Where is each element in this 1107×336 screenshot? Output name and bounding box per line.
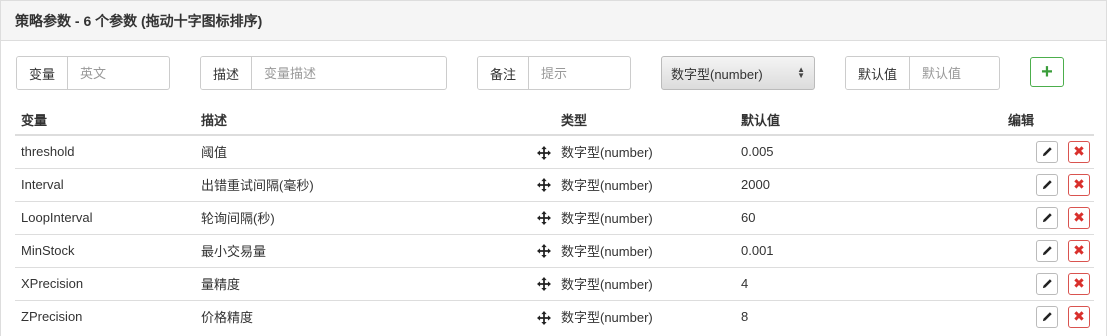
param-variable: Interval	[15, 167, 195, 201]
param-type: 数字型(number)	[555, 134, 735, 168]
drag-handle[interactable]	[525, 233, 555, 267]
select-arrows-icon: ▲ ▼	[797, 65, 805, 80]
note-label: 备注	[478, 57, 530, 89]
note-input[interactable]	[529, 57, 630, 89]
pencil-icon	[1042, 213, 1052, 223]
move-icon	[537, 310, 551, 325]
table-row: MinStock 最小交易量 数字型(number) 0.001 ✖	[15, 233, 1094, 267]
header-description: 描述	[195, 104, 525, 136]
move-icon	[537, 178, 551, 193]
pencil-icon	[1042, 147, 1052, 157]
description-input[interactable]	[252, 57, 446, 89]
param-variable: threshold	[15, 134, 195, 168]
table-row: LoopInterval 轮询间隔(秒) 数字型(number) 60 ✖	[15, 200, 1094, 234]
variable-label: 变量	[17, 57, 69, 89]
description-label: 描述	[201, 57, 253, 89]
delete-button[interactable]: ✖	[1068, 305, 1090, 328]
header-type: 类型	[555, 104, 735, 136]
close-icon: ✖	[1073, 308, 1085, 325]
edit-button[interactable]	[1036, 305, 1059, 328]
delete-button[interactable]: ✖	[1068, 239, 1090, 262]
default-input[interactable]	[910, 57, 999, 89]
param-type: 数字型(number)	[555, 200, 735, 234]
edit-button[interactable]	[1036, 140, 1059, 163]
table-header-row: 变量 描述 类型 默认值 编辑	[15, 104, 1094, 136]
table-row: threshold 阈值 数字型(number) 0.005 ✖	[15, 134, 1094, 168]
param-description: 阈值	[195, 134, 525, 168]
table-row: Interval 出错重试间隔(毫秒) 数字型(number) 2000 ✖	[15, 167, 1094, 201]
close-icon: ✖	[1073, 242, 1085, 258]
row-actions: ✖	[1002, 299, 1094, 333]
delete-button[interactable]: ✖	[1068, 206, 1090, 229]
row-actions: ✖	[1002, 167, 1094, 201]
drag-handle[interactable]	[525, 167, 555, 201]
drag-handle[interactable]	[525, 299, 555, 333]
close-icon: ✖	[1073, 143, 1085, 160]
row-actions: ✖	[1002, 200, 1094, 234]
delete-button[interactable]: ✖	[1068, 140, 1090, 163]
panel-title: 策略参数 - 6 个参数 (拖动十字图标排序)	[1, 1, 1106, 41]
header-variable: 变量	[15, 104, 195, 136]
edit-button[interactable]	[1036, 272, 1059, 295]
delete-button[interactable]: ✖	[1068, 272, 1090, 295]
param-description: 价格精度	[195, 299, 525, 333]
params-table: 变量 描述 类型 默认值 编辑 threshold 阈值 数字型(number)…	[15, 104, 1094, 333]
drag-handle[interactable]	[525, 266, 555, 300]
edit-button[interactable]	[1036, 206, 1059, 229]
close-icon: ✖	[1073, 176, 1085, 192]
param-variable: MinStock	[15, 233, 195, 267]
variable-input-group: 变量	[16, 56, 170, 90]
move-icon	[537, 211, 551, 226]
param-variable: XPrecision	[15, 266, 195, 300]
pencil-icon	[1042, 312, 1052, 322]
param-type: 数字型(number)	[555, 299, 735, 333]
add-param-button[interactable]: +	[1030, 57, 1064, 87]
param-variable: LoopInterval	[15, 200, 195, 234]
delete-button[interactable]: ✖	[1068, 173, 1090, 196]
note-input-group: 备注	[477, 56, 631, 90]
param-default: 4	[735, 266, 1002, 300]
param-default: 2000	[735, 167, 1002, 201]
type-select[interactable]: 数字型(number) ▲ ▼	[661, 56, 815, 90]
pencil-icon	[1042, 246, 1052, 256]
move-icon	[537, 145, 551, 160]
strategy-params-panel: 策略参数 - 6 个参数 (拖动十字图标排序) 变量 描述 备注 数字型(num…	[0, 0, 1107, 336]
default-label: 默认值	[846, 57, 911, 89]
row-actions: ✖	[1002, 233, 1094, 267]
plus-icon: +	[1041, 61, 1053, 83]
param-type: 数字型(number)	[555, 167, 735, 201]
param-description: 轮询间隔(秒)	[195, 200, 525, 234]
param-variable: ZPrecision	[15, 299, 195, 333]
variable-input[interactable]	[68, 57, 169, 89]
add-param-form: 变量 描述 备注 数字型(number) ▲▼ 默认值 +	[1, 56, 1106, 90]
pencil-icon	[1042, 180, 1052, 190]
close-icon: ✖	[1073, 209, 1085, 225]
param-default: 8	[735, 299, 1002, 333]
type-select-value: 数字型(number)	[671, 66, 763, 82]
pencil-icon	[1042, 279, 1052, 289]
header-default: 默认值	[735, 104, 1002, 136]
param-description: 量精度	[195, 266, 525, 300]
move-icon	[537, 277, 551, 292]
param-description: 最小交易量	[195, 233, 525, 267]
drag-handle[interactable]	[525, 134, 555, 168]
param-default: 60	[735, 200, 1002, 234]
description-input-group: 描述	[200, 56, 447, 90]
move-icon	[537, 244, 551, 259]
param-description: 出错重试间隔(毫秒)	[195, 167, 525, 201]
edit-button[interactable]	[1036, 239, 1059, 262]
param-type: 数字型(number)	[555, 266, 735, 300]
param-default: 0.001	[735, 233, 1002, 267]
edit-button[interactable]	[1036, 173, 1059, 196]
row-actions: ✖	[1002, 266, 1094, 300]
param-type: 数字型(number)	[555, 233, 735, 267]
close-icon: ✖	[1073, 275, 1085, 291]
table-row: ZPrecision 价格精度 数字型(number) 8 ✖	[15, 299, 1094, 333]
table-row: XPrecision 量精度 数字型(number) 4 ✖	[15, 266, 1094, 300]
header-edit: 编辑	[1002, 104, 1094, 136]
row-actions: ✖	[1002, 134, 1094, 168]
default-input-group: 默认值	[845, 56, 1000, 90]
param-default: 0.005	[735, 134, 1002, 168]
drag-handle[interactable]	[525, 200, 555, 234]
